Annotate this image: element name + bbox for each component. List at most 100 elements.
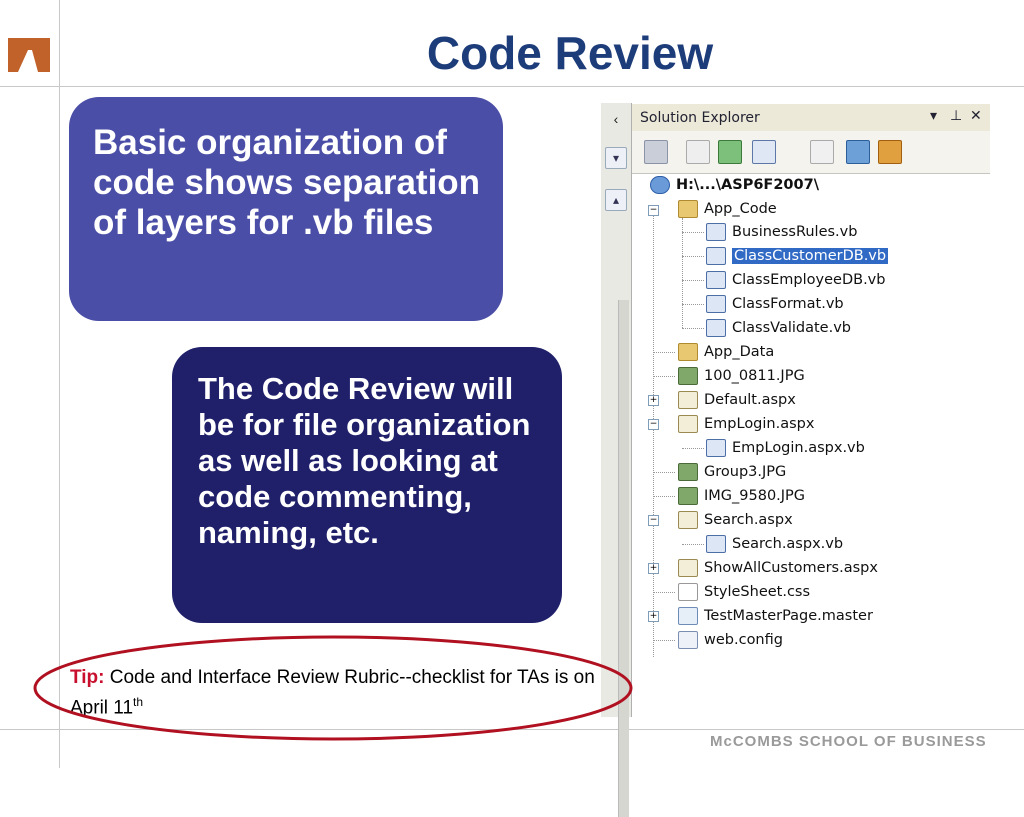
view-class-diagram-icon[interactable] [810, 140, 834, 164]
tree-item-emplogin-vb[interactable]: EmpLogin.aspx.vb [706, 437, 865, 459]
copy-website-icon[interactable] [846, 140, 870, 164]
show-all-files-icon[interactable] [686, 140, 710, 164]
organization-callout: Basic organization of code shows separat… [69, 97, 503, 321]
tree-item-search[interactable]: Search.aspx [678, 509, 793, 531]
tree-item-classcustomerdb[interactable]: ClassCustomerDB.vb [706, 245, 889, 267]
tree-item-app-data[interactable]: App_Data [678, 341, 774, 363]
vb-file-icon [706, 271, 726, 289]
folder-icon [678, 343, 698, 361]
tree-root-label: H:\...\ASP6F2007\ [676, 177, 819, 193]
tree-item-label: EmpLogin.aspx.vb [732, 440, 865, 456]
image-file-icon [678, 367, 698, 385]
aspx-file-icon [678, 415, 698, 433]
tree-item-label: Group3.JPG [704, 464, 787, 480]
tree-connector [653, 640, 675, 641]
tree-item-default[interactable]: Default.aspx [678, 389, 796, 411]
tree-item-app-code[interactable]: App_Code [678, 198, 777, 220]
tree-item-label: Default.aspx [704, 392, 796, 408]
scroll-up-button[interactable]: ▴ [605, 189, 627, 211]
tree-item-img-9580[interactable]: IMG_9580.JPG [678, 485, 805, 507]
vb-file-icon [706, 295, 726, 313]
close-icon[interactable]: ✕ [970, 108, 982, 124]
tree-connector [682, 328, 704, 329]
expand-toggle[interactable]: + [648, 395, 659, 406]
organization-callout-text: Basic organization of code shows separat… [93, 123, 481, 242]
properties-icon[interactable] [644, 140, 668, 164]
tree-connector [682, 544, 704, 545]
tree-item-label: TestMasterPage.master [704, 608, 873, 624]
tree-item-label: ShowAllCustomers.aspx [704, 560, 878, 576]
tree-item-group3[interactable]: Group3.JPG [678, 461, 786, 483]
expand-toggle[interactable]: + [648, 611, 659, 622]
tree-guide-line [653, 207, 654, 657]
footer-school-name: McCOMBS SCHOOL OF BUSINESS [710, 733, 987, 750]
collapse-toggle[interactable]: − [648, 515, 659, 526]
pin-icon[interactable]: ⊥ [950, 108, 962, 124]
code-review-callout-text: The Code Review will be for file organiz… [198, 371, 531, 550]
vb-code-file-icon [706, 439, 726, 457]
highlight-ellipse [33, 635, 633, 741]
vb-file-icon [706, 247, 726, 265]
css-file-icon [678, 583, 698, 601]
refresh-icon[interactable] [718, 140, 742, 164]
dropdown-arrow-icon[interactable]: ▾ [930, 108, 937, 124]
tree-item-testmasterpage[interactable]: TestMasterPage.master [678, 605, 873, 627]
tree-item-businessrules[interactable]: BusinessRules.vb [706, 221, 857, 243]
tree-item-emplogin[interactable]: EmpLogin.aspx [678, 413, 814, 435]
tree-root[interactable]: H:\...\ASP6F2007\ [650, 174, 819, 196]
tree-guide-line [682, 218, 683, 328]
master-file-icon [678, 607, 698, 625]
tree-connector [682, 256, 704, 257]
tree-item-web-config[interactable]: web.config [678, 629, 783, 651]
tree-item-stylesheet[interactable]: StyleSheet.css [678, 581, 810, 603]
tree-item-classemployeedb[interactable]: ClassEmployeeDB.vb [706, 269, 885, 291]
tree-connector [682, 280, 704, 281]
aspx-file-icon [678, 391, 698, 409]
tree-item-label: App_Code [704, 201, 777, 217]
collapse-toggle[interactable]: − [648, 419, 659, 430]
chevron-left-icon[interactable]: ‹ [607, 111, 625, 129]
collapse-toggle[interactable]: − [648, 205, 659, 216]
solution-tree: H:\...\ASP6F2007\ − App_Code BusinessRul… [632, 174, 990, 716]
side-toolbar: ‹ ▾ ▴ [601, 103, 632, 817]
vb-file-icon [706, 223, 726, 241]
image-file-icon [678, 463, 698, 481]
vb-file-icon [706, 319, 726, 337]
tree-item-100-0811[interactable]: 100_0811.JPG [678, 365, 805, 387]
title-divider-line [0, 86, 1024, 87]
tree-item-label: IMG_9580.JPG [704, 488, 806, 504]
vb-code-file-icon [706, 535, 726, 553]
solution-explorer-toolbar [632, 131, 990, 174]
tree-item-search-vb[interactable]: Search.aspx.vb [706, 533, 843, 555]
tree-item-label: web.config [704, 632, 783, 648]
aspx-file-icon [678, 511, 698, 529]
solution-explorer-header: Solution Explorer ▾ ⊥ ✕ [632, 104, 990, 131]
dropdown-button[interactable]: ▾ [605, 147, 627, 169]
tree-connector [682, 304, 704, 305]
tree-connector [682, 232, 704, 233]
tree-item-label: ClassEmployeeDB.vb [732, 272, 886, 288]
tree-connector [653, 592, 675, 593]
tree-item-label: EmpLogin.aspx [704, 416, 815, 432]
tree-item-label: ClassValidate.vb [732, 320, 851, 336]
aspx-file-icon [678, 559, 698, 577]
tree-item-label: BusinessRules.vb [732, 224, 858, 240]
tree-item-label-selected: ClassCustomerDB.vb [732, 248, 889, 264]
tree-item-label: Search.aspx.vb [732, 536, 844, 552]
web-project-icon [650, 176, 670, 194]
tree-item-label: App_Data [704, 344, 775, 360]
solution-explorer-title: Solution Explorer [640, 110, 760, 126]
expand-toggle[interactable]: + [648, 563, 659, 574]
tree-item-label: StyleSheet.css [704, 584, 811, 600]
code-review-callout: The Code Review will be for file organiz… [172, 347, 562, 623]
tree-item-label: ClassFormat.vb [732, 296, 844, 312]
asp-config-icon[interactable] [878, 140, 902, 164]
tree-connector [653, 496, 675, 497]
tree-item-showallcustomers[interactable]: ShowAllCustomers.aspx [678, 557, 878, 579]
tree-connector [682, 448, 704, 449]
nest-files-icon[interactable] [752, 140, 776, 164]
tree-item-classvalidate[interactable]: ClassValidate.vb [706, 317, 851, 339]
tree-item-label: Search.aspx [704, 512, 793, 528]
tree-item-classformat[interactable]: ClassFormat.vb [706, 293, 844, 315]
page-title: Code Review [426, 27, 714, 79]
